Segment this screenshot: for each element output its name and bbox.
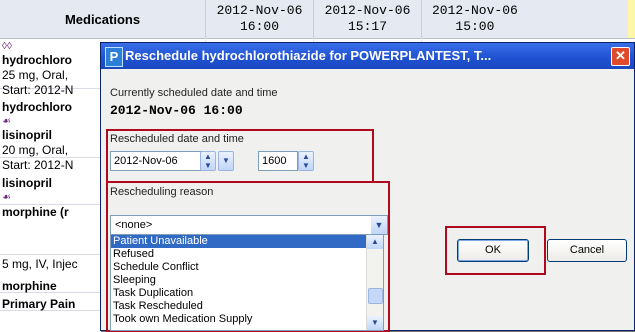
reason-option[interactable]: Took own Medication Supply: [111, 313, 383, 326]
med-detail: 5 mg, IV, Injec: [2, 257, 78, 271]
med-name[interactable]: lisinopril: [2, 128, 100, 142]
reschedule-dialog: P Reschedule hydrochlorothiazide for POW…: [100, 42, 635, 332]
date-spinner[interactable]: ▲ ▼: [200, 151, 216, 171]
med-name[interactable]: hydrochloro: [2, 100, 100, 114]
pill-icon: ☙: [2, 116, 11, 127]
med-name[interactable]: morphine (r: [2, 205, 100, 219]
reason-option[interactable]: Patient Unavailable: [111, 235, 383, 248]
reschedule-time-field[interactable]: 1600: [258, 151, 298, 171]
listbox-scrollbar[interactable]: ▲ ▼: [366, 235, 383, 330]
time-spinner[interactable]: ▲ ▼: [298, 151, 314, 171]
reason-dropdown[interactable]: <none> ▼: [110, 215, 388, 235]
med-name[interactable]: Primary Pain: [2, 297, 100, 311]
calendar-dropdown-button[interactable]: ▼: [218, 151, 234, 171]
reason-option[interactable]: Task Duplication: [111, 287, 383, 300]
reason-selected-value: <none>: [115, 219, 153, 231]
scroll-thumb[interactable]: [368, 288, 383, 304]
app-logo-icon: P: [105, 47, 123, 67]
med-name[interactable]: hydrochloro: [2, 53, 100, 67]
reason-option[interactable]: Schedule Conflict: [111, 261, 383, 274]
current-schedule-label: Currently scheduled date and time: [110, 87, 278, 99]
med-detail: 20 mg, Oral,: [2, 143, 69, 157]
medications-header: Medications: [0, 0, 206, 39]
med-name[interactable]: morphine: [2, 279, 100, 293]
time-column-header[interactable]: 2012-Nov-06 16:00: [206, 0, 314, 39]
scroll-up-icon[interactable]: ▲: [367, 235, 383, 249]
chevron-down-icon[interactable]: ▼: [371, 216, 387, 234]
time-column-header[interactable]: 2012-Nov-06 15:17: [314, 0, 422, 39]
med-name[interactable]: lisinopril: [2, 176, 100, 190]
current-schedule-value: 2012-Nov-06 16:00: [110, 103, 243, 118]
ok-button[interactable]: OK: [457, 239, 529, 262]
reason-label: Rescheduling reason: [110, 186, 214, 198]
scroll-down-icon[interactable]: ▼: [367, 316, 383, 330]
order-icon: ◊◊: [2, 41, 12, 52]
time-column-header[interactable]: 2012-Nov-06 15:00: [422, 0, 635, 39]
dialog-title-bar[interactable]: P Reschedule hydrochlorothiazide for POW…: [101, 43, 634, 69]
reschedule-date-field[interactable]: 2012-Nov-06: [110, 151, 204, 171]
current-time-marker: [628, 0, 635, 38]
close-button[interactable]: ✕: [611, 47, 630, 66]
reason-option[interactable]: Task Rescheduled: [111, 300, 383, 313]
dialog-title: Reschedule hydrochlorothiazide for POWER…: [125, 48, 492, 63]
cancel-button[interactable]: Cancel: [547, 239, 627, 262]
reason-listbox[interactable]: Patient Unavailable Refused Schedule Con…: [110, 234, 384, 331]
med-detail: 25 mg, Oral,: [2, 68, 69, 82]
med-start: Start: 2012-N: [2, 158, 74, 172]
rescheduled-label: Rescheduled date and time: [110, 133, 244, 145]
reason-option[interactable]: Sleeping: [111, 274, 383, 287]
reason-option[interactable]: Refused: [111, 248, 383, 261]
med-start: Start: 2012-N: [2, 83, 74, 97]
pill-icon: ☙: [2, 192, 11, 203]
